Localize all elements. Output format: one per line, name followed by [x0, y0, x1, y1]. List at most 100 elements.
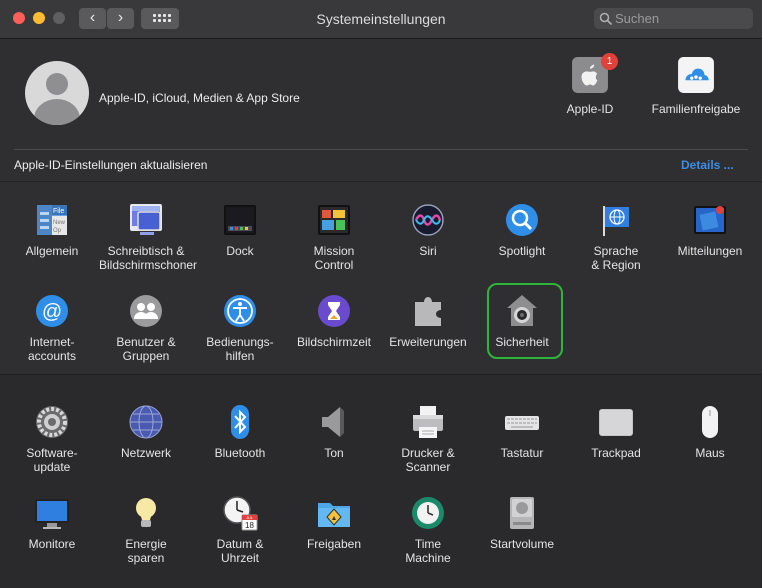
notifications-icon — [694, 206, 726, 234]
calendar-month: JUL — [246, 515, 254, 520]
pane-date-time[interactable]: JUL 18 Datum & Uhrzeit — [193, 495, 287, 581]
pane-sharing[interactable]: Freigaben — [287, 495, 381, 581]
pane-label: Drucker & Scanner — [401, 446, 455, 474]
pane-users-groups[interactable]: Benutzer & Gruppen — [99, 293, 193, 379]
pane-label: Schreibtisch & Bildschirmschoner — [99, 244, 198, 272]
pane-internet-accounts[interactable]: @ Internet- accounts — [5, 293, 99, 379]
pane-label: Sprache & Region — [591, 244, 641, 272]
search-field[interactable] — [594, 8, 753, 29]
pane-label: Allgemein — [25, 244, 79, 258]
spotlight-icon — [506, 204, 538, 236]
search-input[interactable] — [615, 8, 745, 29]
pane-label: Time Machine — [405, 537, 451, 565]
siri-icon — [412, 204, 444, 236]
divider — [0, 181, 762, 182]
pane-label: Spotlight — [498, 244, 546, 258]
pane-general[interactable]: File New Op Allgemein — [5, 202, 99, 288]
sound-icon — [322, 407, 344, 437]
pane-label: Bildschirmzeit — [296, 335, 371, 349]
pane-screen-time[interactable]: Bildschirmzeit — [287, 293, 381, 379]
pane-label: Freigaben — [306, 537, 362, 551]
system-preferences-window: ‹ › Systemeinstellungen Apple-ID, iCloud… — [0, 0, 762, 588]
pane-siri[interactable]: Siri — [381, 202, 475, 288]
pane-energy-saver[interactable]: Energie sparen — [99, 495, 193, 581]
users-groups-icon — [130, 295, 162, 327]
screen-time-icon — [318, 295, 350, 327]
pane-startup-disk[interactable]: Startvolume — [475, 495, 569, 581]
keyboard-icon — [505, 416, 539, 430]
pane-label: Apple-ID — [566, 102, 614, 116]
pane-label: Startvolume — [489, 537, 555, 551]
account-section: Apple-ID, iCloud, Medien & App Store — [0, 39, 762, 149]
pane-label: Familienfreigabe — [651, 102, 741, 116]
pane-dock[interactable]: Dock — [193, 202, 287, 288]
general-icon: File New Op — [37, 205, 67, 235]
pane-label: Mitteilungen — [677, 244, 743, 258]
svg-text:New: New — [53, 220, 66, 226]
pane-sound[interactable]: Ton — [287, 404, 381, 490]
pane-desktop-screensaver[interactable]: Schreibtisch & Bildschirmschoner — [99, 202, 198, 288]
avatar[interactable] — [25, 61, 89, 125]
pane-extensions[interactable]: Erweiterungen — [381, 293, 475, 379]
pane-family-sharing[interactable]: Familienfreigabe — [649, 56, 743, 142]
divider — [14, 149, 748, 150]
pane-label: Dock — [226, 244, 254, 258]
security-highlight — [487, 283, 563, 359]
pane-mouse[interactable]: Maus — [663, 404, 757, 490]
pane-apple-id[interactable]: Apple-ID — [543, 56, 637, 142]
pane-accessibility[interactable]: Bedienungs- hilfen — [193, 293, 287, 379]
pane-label: Bluetooth — [214, 446, 266, 460]
svg-text:File: File — [53, 208, 64, 215]
pane-label: Ton — [324, 446, 344, 460]
pane-keyboard[interactable]: Tastatur — [475, 404, 569, 490]
pane-label: Siri — [419, 244, 437, 258]
notification-badge: 1 — [601, 53, 618, 70]
desktop-screensaver-icon — [130, 204, 162, 235]
internet-accounts-icon: @ — [36, 295, 68, 327]
pane-network[interactable]: Netzwerk — [99, 404, 193, 490]
pane-spotlight[interactable]: Spotlight — [475, 202, 569, 288]
title-bar: ‹ › Systemeinstellungen — [0, 0, 762, 39]
details-link[interactable]: Details ... — [681, 158, 734, 172]
energy-saver-icon — [136, 498, 156, 527]
pane-label: Erweiterungen — [389, 335, 467, 349]
pane-software-update[interactable]: Software- update — [5, 404, 99, 490]
pane-mission-control[interactable]: Mission Control — [287, 202, 381, 288]
pane-printers-scanners[interactable]: Drucker & Scanner — [381, 404, 475, 490]
pane-label: Datum & Uhrzeit — [216, 537, 264, 565]
calendar-day: 18 — [245, 521, 254, 530]
pane-displays[interactable]: Monitore — [5, 495, 99, 581]
pane-label: Energie sparen — [125, 537, 167, 565]
accessibility-icon — [224, 295, 256, 327]
family-sharing-icon — [678, 57, 714, 93]
svg-text:Op: Op — [53, 228, 62, 234]
mission-control-icon — [318, 205, 350, 235]
printer-icon — [413, 406, 443, 438]
pane-trackpad[interactable]: Trackpad — [569, 404, 663, 490]
trackpad-icon — [599, 409, 633, 436]
pane-label: Bedienungs- hilfen — [206, 335, 274, 363]
pane-label: Trackpad — [591, 446, 641, 460]
pane-language-region[interactable]: Sprache & Region — [569, 202, 663, 288]
pane-notifications[interactable]: Mitteilungen — [663, 202, 757, 288]
pane-time-machine[interactable]: Time Machine — [381, 495, 475, 581]
pane-label: Software- update — [26, 446, 78, 474]
time-machine-icon — [412, 497, 444, 529]
software-update-icon — [36, 406, 68, 438]
search-icon — [599, 12, 613, 26]
pane-bluetooth[interactable]: Bluetooth — [193, 404, 287, 490]
pane-label: Tastatur — [500, 446, 544, 460]
network-icon — [129, 405, 163, 439]
update-banner-text: Apple-ID-Einstellungen aktualisieren — [14, 158, 208, 172]
dock-icon — [224, 205, 256, 235]
pane-label: Mission Control — [313, 244, 355, 272]
extensions-icon — [415, 297, 441, 326]
date-time-icon: JUL 18 — [223, 496, 258, 531]
mouse-icon — [702, 406, 718, 438]
pane-label: Maus — [695, 446, 725, 460]
pane-label: Monitore — [28, 537, 76, 551]
pane-label: Benutzer & Gruppen — [116, 335, 176, 363]
startup-disk-icon — [510, 497, 534, 529]
account-summary[interactable]: Apple-ID, iCloud, Medien & App Store — [99, 91, 300, 105]
svg-text:@: @ — [42, 301, 62, 323]
